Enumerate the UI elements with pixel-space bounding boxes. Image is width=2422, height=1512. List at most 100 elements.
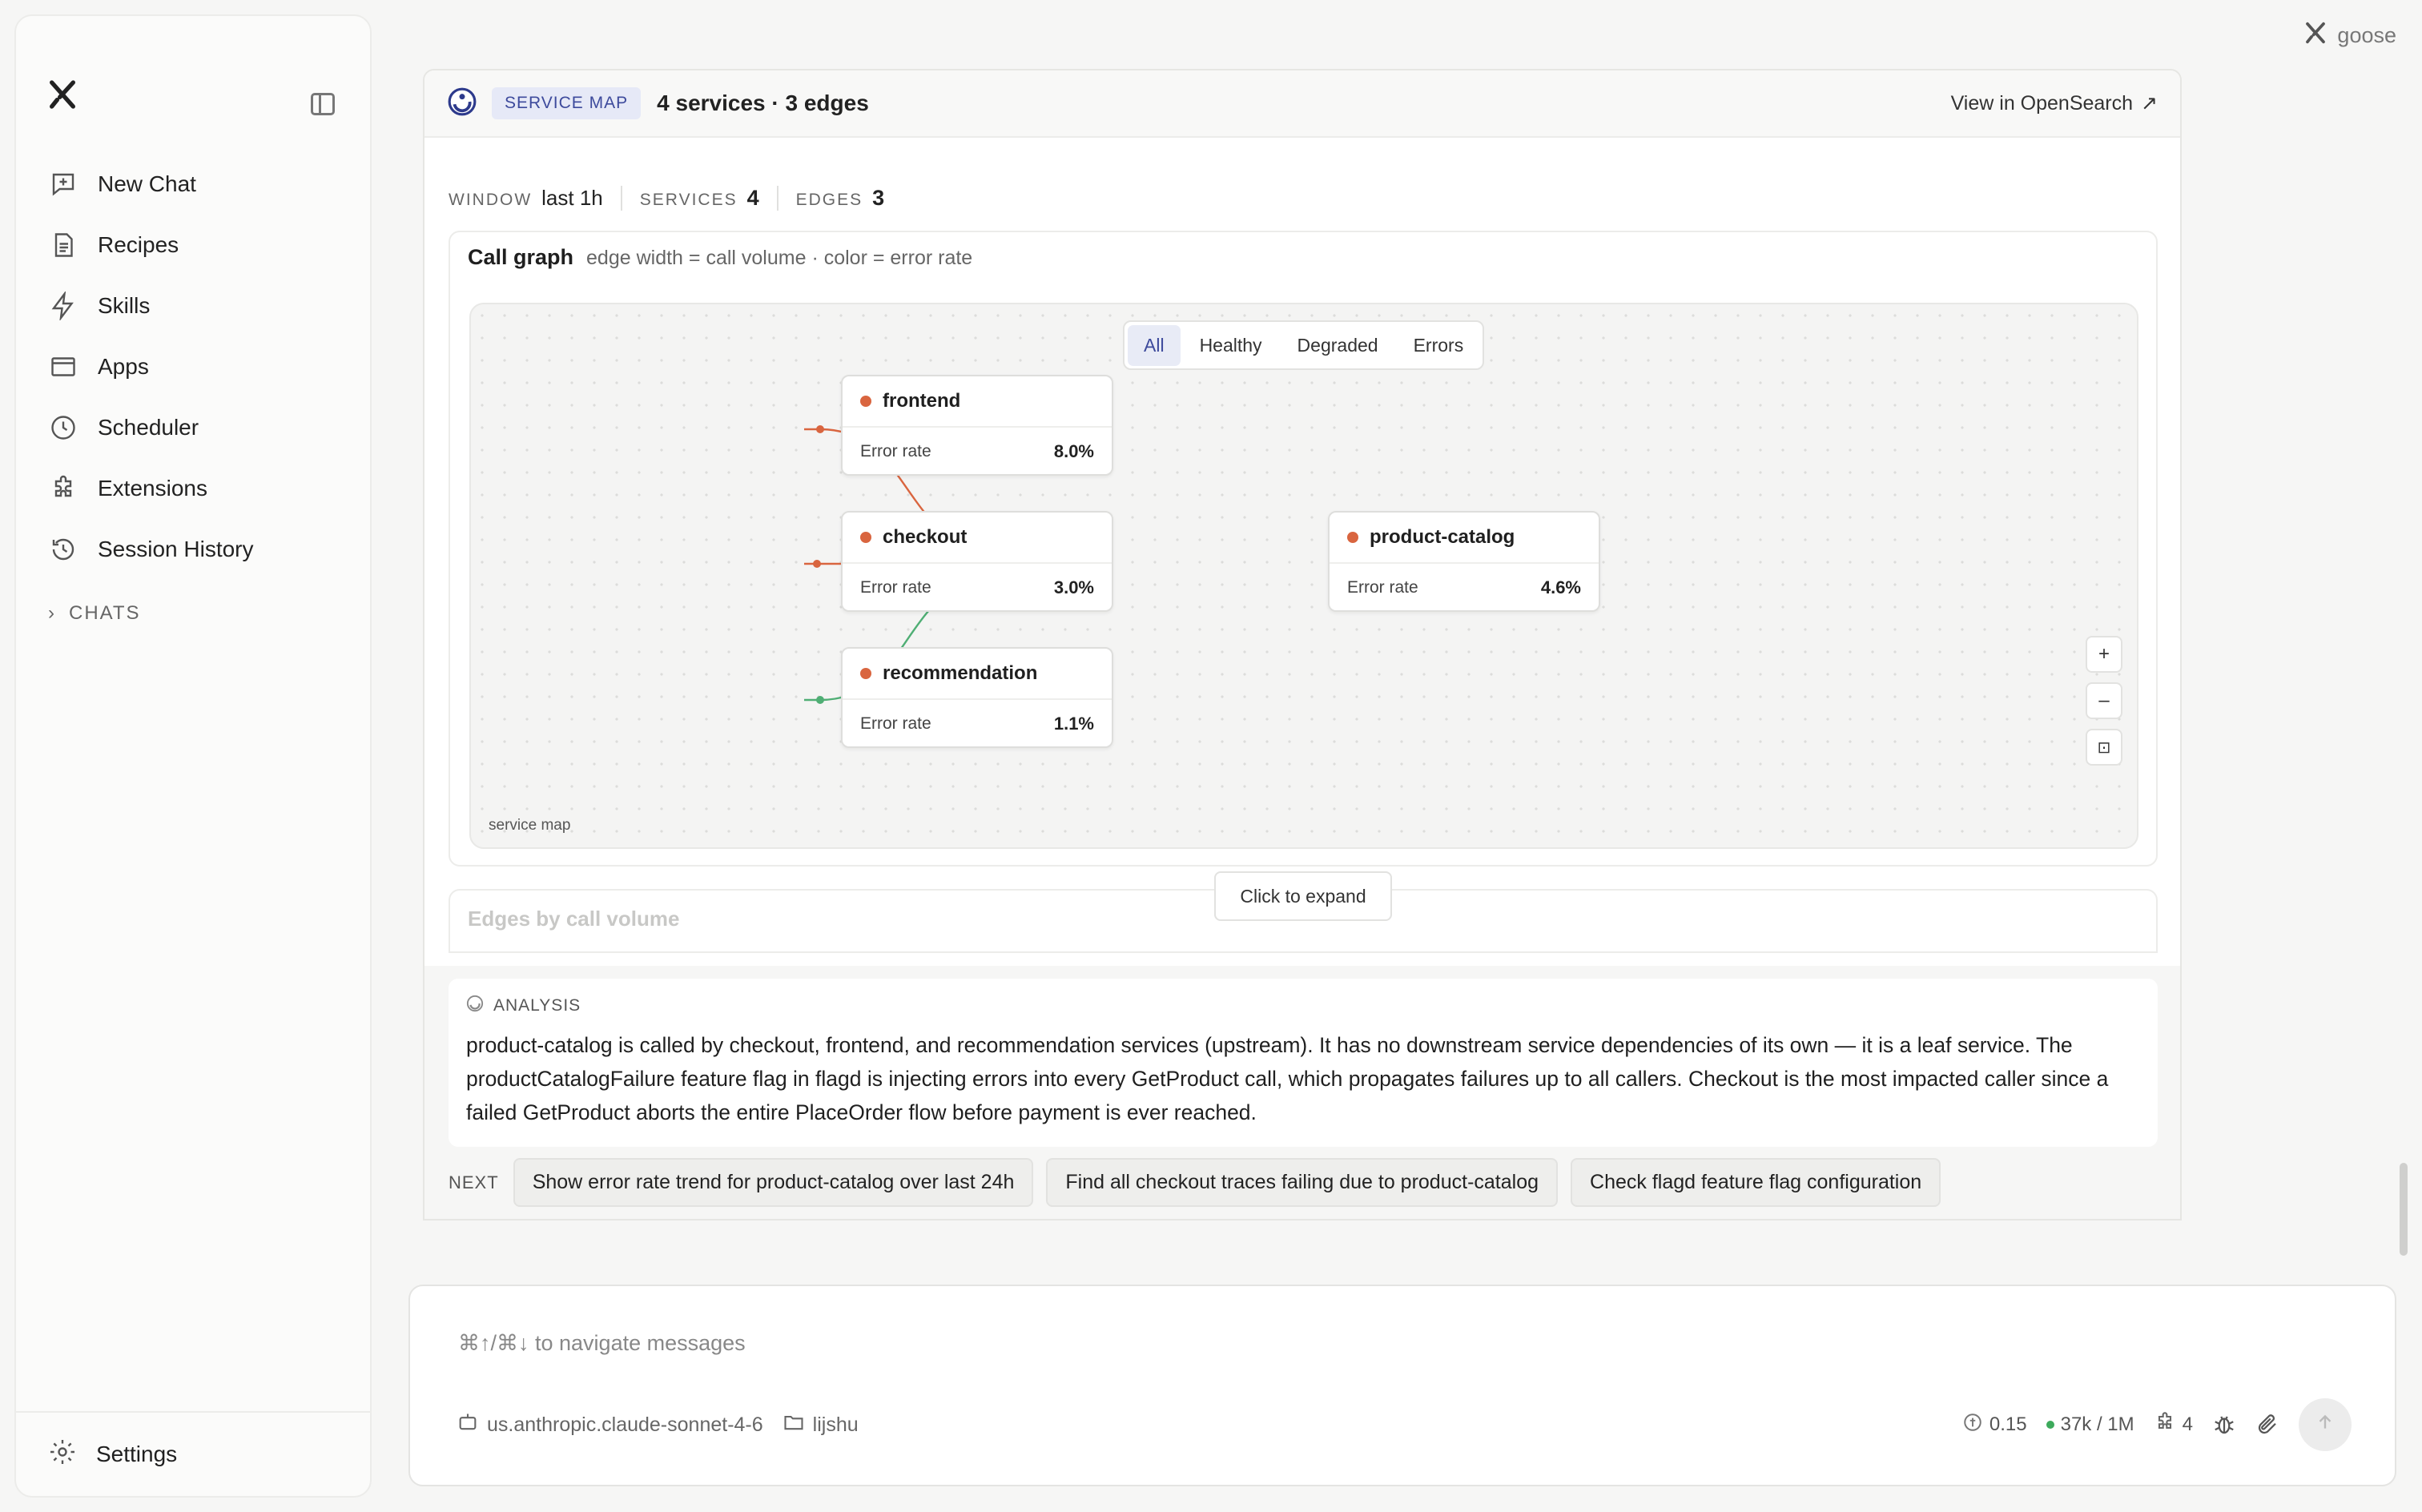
stat-services-value: 4 xyxy=(746,186,759,210)
sidebar-item-recipes[interactable]: Recipes xyxy=(16,215,370,275)
sidebar-item-label: Session History xyxy=(98,537,254,561)
next-label: NEXT xyxy=(449,1172,499,1192)
scrollbar[interactable] xyxy=(2400,1163,2408,1256)
clock-icon xyxy=(48,412,78,443)
extensions-indicator[interactable]: 4 xyxy=(2154,1411,2193,1439)
send-button[interactable] xyxy=(2299,1398,2352,1451)
model-selector[interactable]: us.anthropic.claude-sonnet-4-6 xyxy=(457,1411,763,1439)
node-frontend[interactable]: frontend Error rate 8.0% xyxy=(841,375,1113,476)
zoom-in-button[interactable]: + xyxy=(2086,636,2122,673)
sidebar-item-label: Apps xyxy=(98,354,149,379)
node-name: checkout xyxy=(883,526,968,548)
history-icon xyxy=(48,534,78,565)
service-map-canvas[interactable]: All Healthy Degraded Errors frontend Err… xyxy=(469,303,2138,849)
edges-by-volume-title: Edges by call volume xyxy=(468,907,680,931)
status-dot xyxy=(1347,532,1358,543)
chats-section-toggle[interactable]: › CHATS xyxy=(48,602,141,625)
call-graph-panel: Call graph edge width = call volume · co… xyxy=(449,231,2158,867)
node-name: product-catalog xyxy=(1370,526,1515,548)
stat-services: SERVICES 4 xyxy=(620,186,777,211)
gear-icon xyxy=(48,1438,77,1472)
node-recommendation[interactable]: recommendation Error rate 1.1% xyxy=(841,647,1113,748)
node-product-catalog[interactable]: product-catalog Error rate 4.6% xyxy=(1328,511,1600,612)
edges-layer xyxy=(804,425,1033,704)
node-checkout[interactable]: checkout Error rate 3.0% xyxy=(841,511,1113,612)
window-icon xyxy=(48,352,78,382)
suggestion-chip[interactable]: Find all checkout traces failing due to … xyxy=(1046,1158,1559,1207)
metric-label: Error rate xyxy=(860,442,931,460)
puzzle-icon xyxy=(2154,1411,2176,1439)
model-name: us.anthropic.claude-sonnet-4-6 xyxy=(487,1413,763,1436)
node-name: frontend xyxy=(883,390,961,412)
edge-recommendation-start-dot xyxy=(816,696,824,704)
status-dot xyxy=(860,532,871,543)
document-icon xyxy=(48,230,78,260)
cost-indicator[interactable]: 0.15 xyxy=(1962,1412,2027,1438)
status-dot xyxy=(860,668,871,679)
sidebar-item-new-chat[interactable]: New Chat xyxy=(16,154,370,215)
arrow-up-icon xyxy=(2315,1412,2336,1438)
view-in-opensearch-link[interactable]: View in OpenSearch ↗ xyxy=(1951,91,2158,115)
goose-logo-icon[interactable] xyxy=(46,78,78,115)
stat-edges-label: EDGES xyxy=(795,191,863,209)
sidebar-item-apps[interactable]: Apps xyxy=(16,336,370,397)
edge-checkout-start-dot xyxy=(813,560,821,568)
analysis-heading: ANALYSIS xyxy=(493,996,581,1015)
card-title: 4 services · 3 edges xyxy=(657,90,869,115)
call-graph-subtitle: edge width = call volume · color = error… xyxy=(586,247,973,269)
status-dot xyxy=(860,396,871,407)
metric-value: 4.6% xyxy=(1540,577,1581,597)
stats-row: WINDOW last 1h SERVICES 4 EDGES 3 xyxy=(449,186,902,211)
settings-label: Settings xyxy=(96,1442,178,1466)
folder-icon xyxy=(783,1411,805,1439)
click-to-expand-button[interactable]: Click to expand xyxy=(1214,871,1392,921)
folder-selector[interactable]: lijshu xyxy=(783,1411,859,1439)
composer-actions: 0.15 37k / 1M 4 xyxy=(1962,1398,2352,1451)
sidebar-item-session-history[interactable]: Session History xyxy=(16,519,370,580)
opensearch-logo-icon xyxy=(466,995,484,1017)
sidebar-item-skills[interactable]: Skills xyxy=(16,275,370,336)
filter-errors[interactable]: Errors xyxy=(1398,325,1480,366)
metric-label: Error rate xyxy=(1347,578,1418,597)
message-composer: ⌘↑/⌘↓ to navigate messages us.anthropic.… xyxy=(408,1285,2396,1486)
next-suggestions: NEXT Show error rate trend for product-c… xyxy=(449,1158,1941,1207)
edge-frontend-start-dot xyxy=(816,425,824,433)
service-map-badge: SERVICE MAP xyxy=(492,87,642,119)
sidebar-toggle-icon[interactable] xyxy=(311,93,335,115)
filter-degraded[interactable]: Degraded xyxy=(1281,325,1394,366)
fit-view-button[interactable]: ⊡ xyxy=(2086,729,2122,766)
node-name: recommendation xyxy=(883,662,1038,684)
filter-segmented-control: All Healthy Degraded Errors xyxy=(1123,320,1485,370)
stat-window-value: last 1h xyxy=(541,186,603,210)
composer-meta: us.anthropic.claude-sonnet-4-6 lijshu xyxy=(457,1411,859,1439)
card-header: SERVICE MAP 4 services · 3 edges View in… xyxy=(424,70,2180,138)
message-input[interactable]: ⌘↑/⌘↓ to navigate messages xyxy=(458,1331,746,1356)
cost-value: 0.15 xyxy=(1989,1413,2027,1435)
analysis-text: product-catalog is called by checkout, f… xyxy=(466,1033,2109,1124)
sidebar: New Chat Recipes Skills Apps Scheduler E… xyxy=(14,14,372,1498)
sidebar-nav: New Chat Recipes Skills Apps Scheduler E… xyxy=(16,154,370,580)
status-dot xyxy=(2046,1421,2054,1429)
new-chat-icon xyxy=(48,169,78,199)
sidebar-item-extensions[interactable]: Extensions xyxy=(16,458,370,519)
external-link-icon: ↗ xyxy=(2141,92,2158,115)
sidebar-item-scheduler[interactable]: Scheduler xyxy=(16,397,370,458)
brand-name: goose xyxy=(2337,23,2396,47)
sidebar-item-label: Extensions xyxy=(98,476,207,501)
suggestion-chip[interactable]: Check flagd feature flag configuration xyxy=(1571,1158,1941,1207)
sidebar-item-label: Scheduler xyxy=(98,415,199,440)
suggestion-chip[interactable]: Show error rate trend for product-catalo… xyxy=(513,1158,1034,1207)
metric-label: Error rate xyxy=(860,578,931,597)
sidebar-item-settings[interactable]: Settings xyxy=(16,1411,370,1496)
opensearch-logo-icon xyxy=(447,86,477,121)
token-usage[interactable]: 37k / 1M xyxy=(2046,1413,2134,1436)
call-graph-title: Call graph xyxy=(468,245,574,269)
goose-logo-icon xyxy=(2303,21,2327,50)
bug-icon[interactable] xyxy=(2212,1413,2236,1437)
coin-icon xyxy=(1962,1412,1983,1438)
metric-label: Error rate xyxy=(860,714,931,733)
filter-healthy[interactable]: Healthy xyxy=(1184,325,1278,366)
filter-all[interactable]: All xyxy=(1128,324,1181,366)
paperclip-icon[interactable] xyxy=(2255,1413,2279,1437)
zoom-out-button[interactable]: – xyxy=(2086,682,2122,719)
